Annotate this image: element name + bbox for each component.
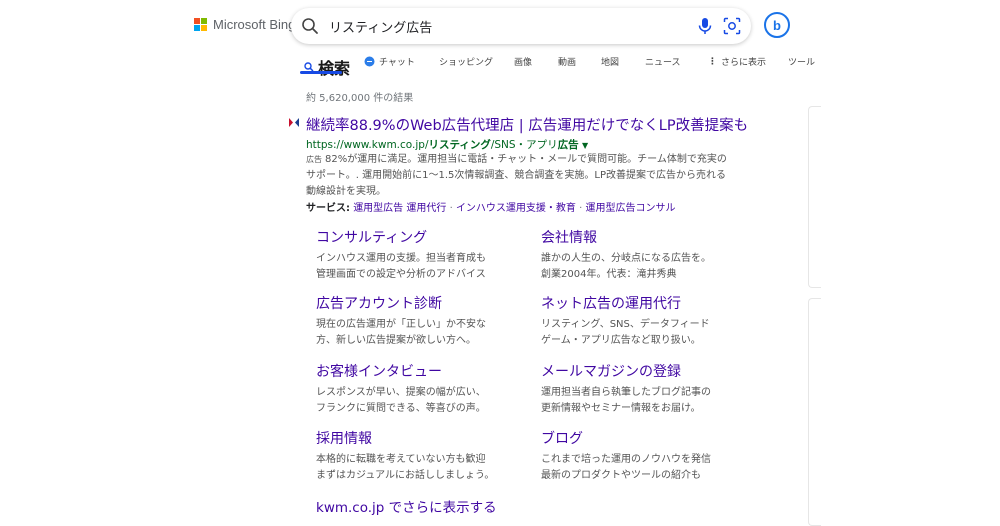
sitelink-desc: リスティング、SNS、データフィード bbox=[541, 319, 710, 330]
sitelink-desc: ゲーム・アプリ広告など取り扱い。 bbox=[541, 335, 701, 346]
sitelink-desc: インハウス運用の支援。担当者育成も bbox=[316, 253, 486, 264]
tab-label: 画像 bbox=[514, 58, 533, 68]
sitelink-title[interactable]: 会社情報 bbox=[541, 227, 711, 247]
services-label: サービス: bbox=[306, 203, 350, 214]
sitelink: ブログ これまで培った運用のノウハウを発信 最新のプロダクトやツールの紹介も bbox=[541, 428, 711, 484]
tab-images[interactable]: 画像 bbox=[514, 55, 532, 68]
microsoft-logo-icon bbox=[194, 18, 207, 31]
sitelink-title[interactable]: 採用情報 bbox=[316, 428, 494, 448]
url-keyword: リスティング bbox=[428, 139, 491, 151]
sitelink: 採用情報 本格的に転職を考えていない方も歓迎 まずはカジュアルにお話ししましょう… bbox=[316, 428, 494, 484]
more-icon: ⋮ bbox=[708, 56, 717, 67]
ad-description: 広告 82%が運用に満足。運用担当に電話・チャット・メールで質問可能。チーム体制で… bbox=[306, 152, 736, 200]
sitelink-desc: 運用担当者自ら執筆したブログ記事の bbox=[541, 387, 711, 398]
tab-more[interactable]: ⋮ さらに表示 bbox=[708, 55, 767, 69]
visual-search-icon[interactable] bbox=[723, 17, 741, 35]
sitelink-title[interactable]: お客様インタビュー bbox=[316, 361, 486, 381]
sitelink-desc: フランクに質問できる、等喜びの声。 bbox=[316, 403, 486, 414]
result-count: 約 5,620,000 件の結果 bbox=[306, 93, 414, 104]
dropdown-arrow-icon[interactable]: ▼ bbox=[582, 141, 588, 150]
ad-url[interactable]: https://www.kwm.co.jp/リスティング/SNS・アプリ広告 ▼ bbox=[306, 137, 588, 152]
ad-title-link[interactable]: 継続率88.9%のWeb広告代理店 | 広告運用だけでなくLP改善提案も bbox=[306, 114, 748, 135]
tab-label: チャット bbox=[379, 58, 415, 68]
sitelink-desc: まずはカジュアルにお話ししましょう。 bbox=[316, 470, 495, 481]
sitelink-title[interactable]: 広告アカウント診断 bbox=[316, 293, 486, 313]
search-box[interactable]: リスティング広告 bbox=[291, 8, 751, 44]
ad-favicon-icon bbox=[289, 118, 299, 127]
sitelink-desc: 本格的に転職を考えていない方も歓迎 bbox=[316, 454, 486, 465]
sitelink-desc: 更新情報やセミナー情報をお届け。 bbox=[541, 403, 701, 414]
tab-label: ツール bbox=[788, 58, 816, 68]
sitelink-desc: レスポンスが早い、提案の幅が広い、 bbox=[316, 387, 486, 398]
tab-label: ニュース bbox=[645, 58, 681, 68]
url-keyword: 広告 bbox=[557, 139, 579, 151]
chat-icon bbox=[364, 56, 375, 67]
ad-description-text: 82%が運用に満足。運用担当に電話・チャット・メールで質問可能。チーム体制で充実… bbox=[306, 154, 727, 197]
sitelink: 広告アカウント診断 現在の広告運用が「正しい」か不安な 方、新しい広告提案が欲し… bbox=[316, 293, 486, 349]
brand-name: Microsoft Bing bbox=[213, 17, 296, 32]
tab-search[interactable]: 検索 bbox=[304, 55, 350, 79]
copilot-icon[interactable]: b bbox=[764, 12, 790, 38]
sitelink-desc: 最新のプロダクトやツールの紹介も bbox=[541, 470, 701, 481]
sitelink-desc: 管理画面での設定や分析のアドバイス bbox=[316, 269, 486, 280]
search-input[interactable]: リスティング広告 bbox=[329, 17, 432, 36]
sitelink: 会社情報 誰かの人生の、分岐点になる広告を。 創業2004年。代表：滝井秀典 bbox=[541, 227, 711, 283]
ad-services: サービス: 運用型広告 運用代行 · インハウス運用支援・教育 · 運用型広告コ… bbox=[306, 199, 676, 214]
tab-label: さらに表示 bbox=[721, 58, 767, 68]
sitelink: メールマガジンの登録 運用担当者自ら執筆したブログ記事の 更新情報やセミナー情報… bbox=[541, 361, 711, 417]
tab-label: ショッピング bbox=[439, 58, 494, 68]
active-tab-indicator bbox=[300, 71, 342, 74]
sitelink: お客様インタビュー レスポンスが早い、提案の幅が広い、 フランクに質問できる、等… bbox=[316, 361, 486, 417]
sitelink-desc: 誰かの人生の、分岐点になる広告を。 bbox=[541, 253, 711, 264]
side-panel-edge bbox=[808, 106, 821, 288]
tab-label: 動画 bbox=[558, 58, 577, 68]
separator: · bbox=[449, 203, 453, 214]
service-link[interactable]: 運用型広告コンサル bbox=[586, 203, 676, 214]
tab-videos[interactable]: 動画 bbox=[558, 55, 576, 68]
sitelink-title[interactable]: メールマガジンの登録 bbox=[541, 361, 711, 381]
sitelink-title[interactable]: ネット広告の運用代行 bbox=[541, 293, 710, 313]
microphone-icon[interactable] bbox=[697, 17, 713, 35]
tab-maps[interactable]: 地図 bbox=[601, 55, 619, 68]
sitelink-title[interactable]: ブログ bbox=[541, 428, 711, 448]
service-link[interactable]: 運用型広告 運用代行 bbox=[353, 203, 446, 214]
sitelink-desc: 現在の広告運用が「正しい」か不安な bbox=[316, 319, 486, 330]
sitelink: ネット広告の運用代行 リスティング、SNS、データフィード ゲーム・アプリ広告な… bbox=[541, 293, 710, 349]
url-prefix: https://www.kwm.co.jp/ bbox=[306, 139, 429, 151]
search-icon bbox=[302, 18, 318, 34]
side-panel-edge bbox=[808, 298, 821, 526]
sitelink-desc: 方、新しい広告提案が欲しい方へ。 bbox=[316, 335, 476, 346]
tab-news[interactable]: ニュース bbox=[645, 55, 681, 68]
more-results-link[interactable]: kwm.co.jp でさらに表示する bbox=[316, 496, 497, 516]
url-path: /SNS・アプリ bbox=[490, 139, 558, 151]
tab-tools[interactable]: ツール bbox=[788, 55, 815, 68]
sitelink-title[interactable]: コンサルティング bbox=[316, 227, 486, 247]
tab-chat[interactable]: チャット bbox=[364, 55, 415, 68]
separator: · bbox=[579, 203, 583, 214]
sitelink-desc: 創業2004年。代表：滝井秀典 bbox=[541, 269, 677, 280]
bing-logo[interactable]: Microsoft Bing bbox=[194, 17, 295, 32]
tab-label: 検索 bbox=[318, 59, 351, 78]
tab-shopping[interactable]: ショッピング bbox=[439, 55, 493, 68]
tab-label: 地図 bbox=[601, 58, 620, 68]
sitelink: コンサルティング インハウス運用の支援。担当者育成も 管理画面での設定や分析のア… bbox=[316, 227, 486, 283]
ad-badge: 広告 bbox=[306, 155, 322, 164]
service-link[interactable]: インハウス運用支援・教育 bbox=[456, 203, 576, 214]
sitelink-desc: これまで培った運用のノウハウを発信 bbox=[541, 454, 711, 465]
